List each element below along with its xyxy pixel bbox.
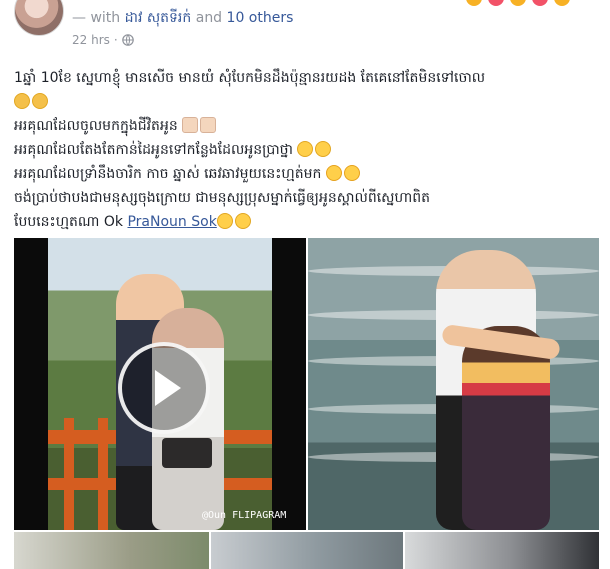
post-line-4-text: អរគុណដែលទ្រាំនឹងចារិក កាច ឆ្នាស់ ឆេវឆាវម… bbox=[14, 166, 322, 182]
post-line-3-text: អរគុណដែលតែងតែកាន់ដៃអូនទៅកន្លែងដែលអូនប្រា… bbox=[14, 142, 293, 158]
post-text: 1ឆ្នាំ 10ខែ ស្នេហាខ្ញុំ មានសើច មានយំ សុំ… bbox=[14, 66, 599, 234]
post-line-2-text: អរគុណដែលចូលមកក្នុងជីវិតអូន bbox=[14, 118, 178, 134]
post-line-5: ចង់ប្រាប់ថាបងជាមនុស្សចុងក្រោយ ជាមនុស្សប្… bbox=[14, 186, 599, 210]
fence-post bbox=[98, 418, 108, 530]
tagged-line: — with ដាវ សុតទីរក់ and 10 others bbox=[72, 8, 293, 29]
emoji-icon bbox=[510, 0, 526, 6]
play-icon[interactable] bbox=[118, 342, 210, 434]
photo-thumbnail-3[interactable] bbox=[405, 532, 599, 569]
post-line-6: បែបនេះហ្មតណា Ok PraNoun Sok bbox=[14, 210, 599, 234]
post-line-1-emoji-row bbox=[14, 90, 599, 114]
globe-icon[interactable] bbox=[121, 34, 134, 46]
with-prefix: — with bbox=[72, 10, 121, 26]
avatar[interactable] bbox=[14, 0, 64, 36]
bag-figure bbox=[162, 438, 212, 468]
post-line-1: 1ឆ្នាំ 10ខែ ស្នេហាខ្ញុំ មានសើច មានយំ សុំ… bbox=[14, 66, 599, 90]
photo-grid: @Oun FLIPAGRAM bbox=[14, 238, 599, 569]
emoji-icon bbox=[466, 0, 482, 6]
heart-icon bbox=[488, 0, 504, 6]
kiss-face-icon bbox=[297, 141, 314, 157]
reaction-strip bbox=[466, 0, 570, 6]
mention-link[interactable]: PraNoun Sok bbox=[127, 214, 216, 230]
fence-post bbox=[64, 418, 74, 530]
post-line-1-text: 1ឆ្នាំ 10ខែ ស្នេហាខ្ញុំ មានសើច មានយំ សុំ… bbox=[14, 70, 486, 86]
heart-eyes-icon bbox=[325, 165, 342, 181]
praying-hands-icon bbox=[200, 117, 217, 133]
photo-thumbnails bbox=[14, 532, 599, 569]
heart-icon bbox=[532, 0, 548, 6]
others-link[interactable]: 10 others bbox=[227, 10, 294, 26]
meta-separator: · bbox=[113, 33, 118, 47]
post-header: — with ដាវ សុតទីរក់ and 10 others 22 hrs… bbox=[0, 0, 610, 52]
timestamp[interactable]: 22 hrs bbox=[72, 33, 110, 47]
heart-eyes-icon bbox=[343, 165, 360, 181]
post-line-3: អរគុណដែលតែងតែកាន់ដៃអូនទៅកន្លែងដែលអូនប្រា… bbox=[14, 138, 599, 162]
photo-thumbnail-2[interactable] bbox=[211, 532, 403, 569]
post-line-4: អរគុណដែលទ្រាំនឹងចារិក កាច ឆ្នាស់ ឆេវឆាវម… bbox=[14, 162, 599, 186]
video-watermark: @Oun FLIPAGRAM bbox=[202, 510, 287, 521]
post-line-2: អរគុណដែលចូលមកក្នុងជីវិតអូន bbox=[14, 114, 599, 138]
video-thumbnail[interactable]: @Oun FLIPAGRAM bbox=[14, 238, 306, 530]
praying-hands-icon bbox=[182, 117, 199, 133]
emoji-icon bbox=[554, 0, 570, 6]
post-line-6-text: បែបនេះហ្មតណា Ok bbox=[14, 214, 124, 230]
post-meta: 22 hrs · bbox=[72, 33, 134, 47]
kiss-face-icon bbox=[315, 141, 332, 157]
sad-face-icon bbox=[14, 93, 30, 109]
photo-thumbnail-1[interactable] bbox=[14, 532, 209, 569]
smiling-face-icon bbox=[234, 213, 251, 229]
sad-face-icon bbox=[32, 93, 48, 109]
and-text: and bbox=[195, 10, 223, 26]
smiling-face-icon bbox=[216, 213, 233, 229]
beach-photo[interactable] bbox=[308, 238, 599, 530]
post-line-5-text: ចង់ប្រាប់ថាបងជាមនុស្សចុងក្រោយ ជាមនុស្សប្… bbox=[14, 190, 431, 206]
tagged-user-link[interactable]: ដាវ សុតទីរក់ bbox=[125, 10, 192, 26]
